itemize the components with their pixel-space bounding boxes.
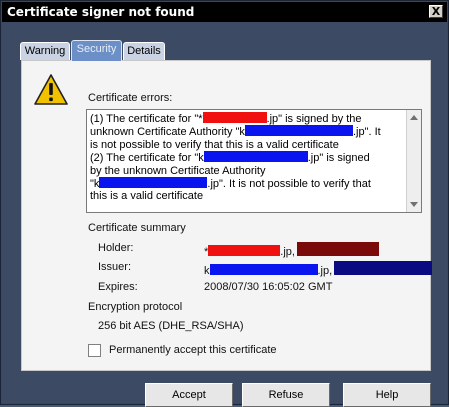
certificate-errors-box[interactable]: (1) The certificate for "* .jp" is signed… bbox=[86, 109, 422, 213]
holder-label: Holder: bbox=[98, 242, 134, 254]
certificate-dialog: Certificate signer not found X Warning S… bbox=[0, 0, 449, 407]
error-line: (1) The certificate for "* .jp" is signed… bbox=[90, 112, 362, 125]
scroll-up-icon[interactable] bbox=[410, 115, 418, 120]
redaction-block bbox=[99, 177, 208, 189]
expires-value: 2008/07/30 16:05:02 GMT bbox=[204, 281, 333, 293]
holder-value: * .jp, bbox=[204, 242, 379, 258]
certificate-errors-text: (1) The certificate for "* .jp" is signed… bbox=[90, 112, 404, 203]
issuer-label: Issuer: bbox=[98, 261, 132, 273]
redaction-block bbox=[208, 245, 281, 256]
redaction-block bbox=[334, 261, 433, 275]
help-button[interactable]: Help bbox=[343, 383, 431, 407]
dialog-body: Warning Security Details Certificate err… bbox=[2, 22, 447, 407]
encryption-protocol-heading: Encryption protocol bbox=[88, 301, 183, 313]
error-line: (2) The certificate for "k .jp" is signed bbox=[90, 151, 370, 165]
permanently-accept-checkbox[interactable] bbox=[88, 344, 101, 357]
encryption-protocol-value: 256 bit AES (DHE_RSA/SHA) bbox=[98, 320, 244, 332]
security-panel: Certificate errors: (1) The certificate … bbox=[21, 60, 433, 371]
close-button[interactable]: X bbox=[429, 5, 443, 18]
tab-details[interactable]: Details bbox=[123, 42, 165, 60]
error-line: unknown Certificate Authority "k .jp". It bbox=[90, 125, 381, 139]
warning-icon bbox=[34, 74, 68, 105]
tab-security[interactable]: Security bbox=[71, 40, 122, 61]
errors-scrollbar[interactable] bbox=[406, 110, 421, 212]
redaction-block bbox=[296, 242, 379, 256]
expires-label: Expires: bbox=[98, 281, 138, 293]
error-line: "k .jp". It is not possible to verify tha… bbox=[90, 177, 371, 191]
redaction-block bbox=[202, 112, 267, 123]
tab-warning[interactable]: Warning bbox=[20, 42, 70, 60]
scroll-down-icon[interactable] bbox=[410, 202, 418, 207]
issuer-value: k .jp, bbox=[204, 261, 433, 277]
error-line: is not possible to verify that this is a… bbox=[90, 138, 339, 151]
redaction-block bbox=[244, 125, 353, 137]
certificate-errors-heading: Certificate errors: bbox=[88, 92, 173, 104]
title-bar[interactable]: Certificate signer not found X bbox=[2, 2, 447, 22]
window-title: Certificate signer not found bbox=[7, 5, 195, 19]
refuse-button[interactable]: Refuse bbox=[242, 383, 330, 407]
accept-button[interactable]: Accept bbox=[145, 383, 233, 407]
error-line: by the unknown Certificate Authority bbox=[90, 164, 266, 177]
permanently-accept-label[interactable]: Permanently accept this certificate bbox=[109, 344, 277, 356]
redaction-block bbox=[203, 151, 308, 163]
redaction-block bbox=[209, 264, 318, 275]
certificate-summary-heading: Certificate summary bbox=[88, 222, 186, 234]
error-line: this is a valid certificate bbox=[90, 190, 204, 203]
